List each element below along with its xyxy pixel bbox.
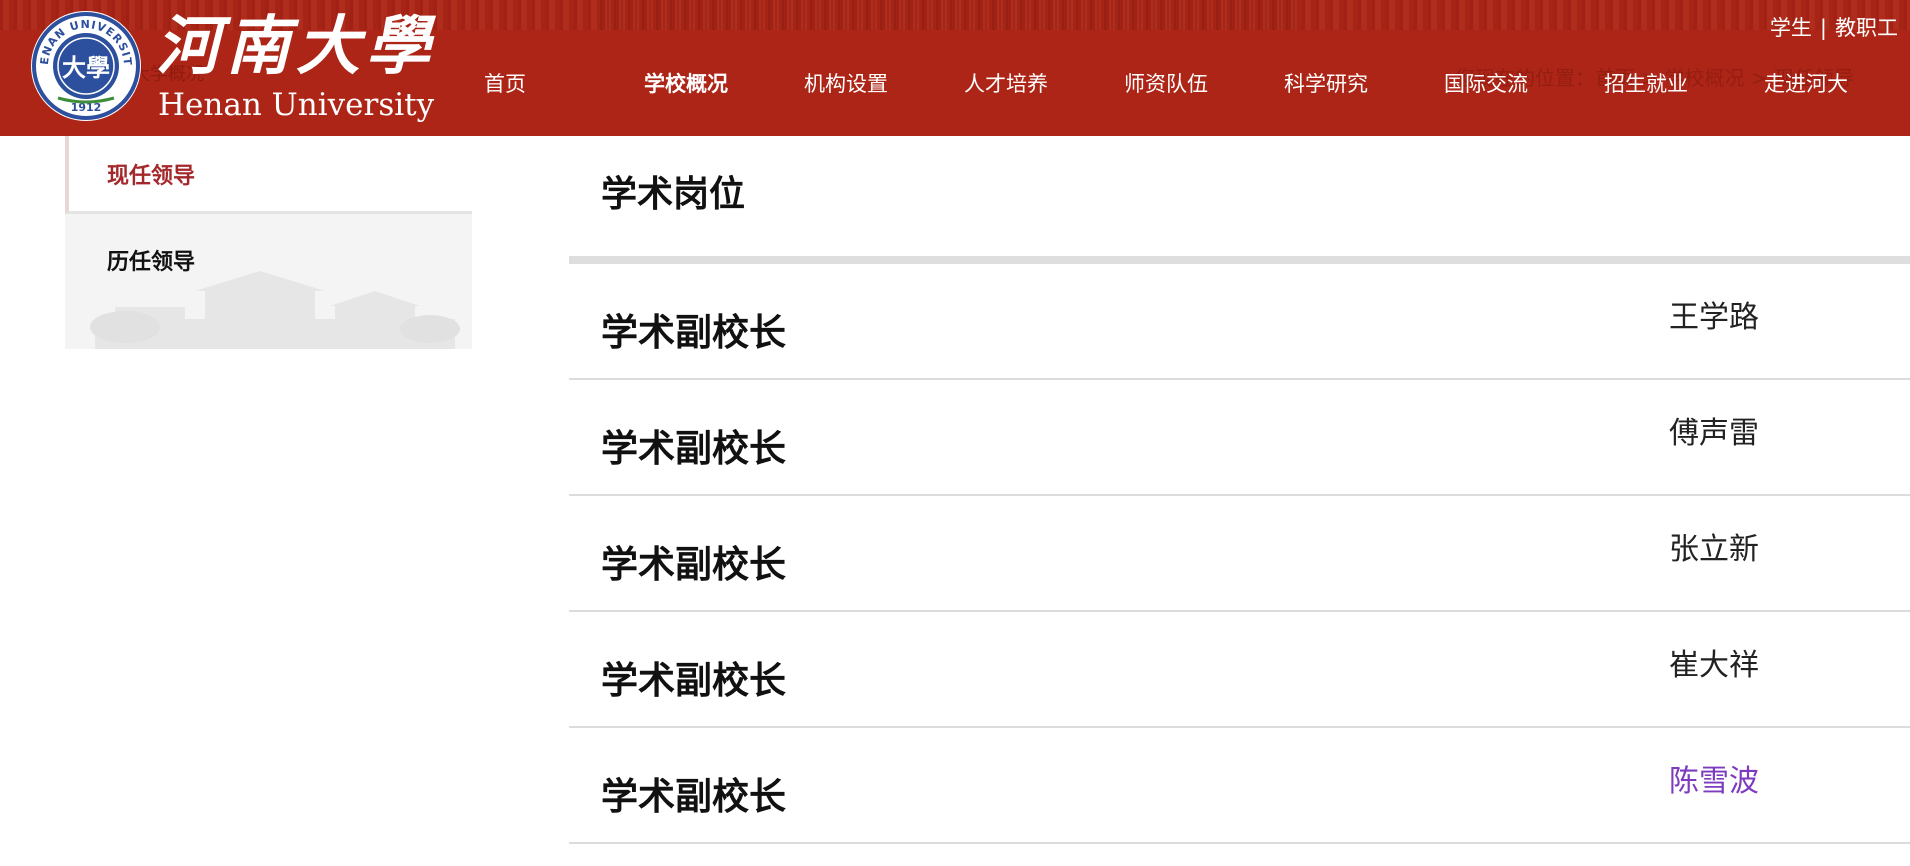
top-link-staff[interactable]: 教职工	[1835, 16, 1898, 40]
position-title: 学术副校长	[601, 311, 786, 354]
site-header: 大学概况 您现在的位置：首页 > 学校概况 > 现任领导 HENAN UNIVE…	[0, 0, 1910, 136]
leader-name-link[interactable]: 张立新	[1669, 524, 1759, 568]
section-title: 学术岗位	[601, 174, 746, 215]
university-seal-icon: HENAN UNIVERSITY 大學 1912	[30, 10, 141, 121]
leader-name-link[interactable]: 崔大祥	[1669, 640, 1759, 684]
main-nav: 首页 学校概况 机构设置 人才培养 师资队伍 科学研究 国际交流 招生就业 走进…	[484, 70, 1910, 98]
nav-item-education[interactable]: 人才培养	[964, 70, 1124, 98]
sidebar-item-label: 现任领导	[107, 163, 196, 189]
table-row: 学术副校长 陈雪波	[569, 728, 1910, 844]
seal-center-text: 大學	[62, 53, 110, 82]
table-row: 学术副校长 崔大祥	[569, 612, 1910, 728]
leader-name-link[interactable]: 傅声雷	[1669, 408, 1759, 452]
top-link-students[interactable]: 学生	[1770, 16, 1812, 40]
nav-item-visit[interactable]: 走进河大	[1764, 70, 1910, 98]
sidebar: 现任领导 历任领导	[65, 136, 472, 349]
nav-item-organization[interactable]: 机构设置	[804, 70, 964, 98]
leader-name-link[interactable]: 王学路	[1669, 292, 1759, 336]
sidebar-item-label: 历任领导	[107, 250, 196, 275]
position-title: 学术副校长	[601, 427, 786, 470]
sidebar-item-current-leaders[interactable]: 现任领导	[65, 136, 472, 214]
nav-item-international[interactable]: 国际交流	[1444, 70, 1604, 98]
main-content: 学术岗位 学术副校长 王学路 学术副校长 傅声雷 学术副校长 张立新 学术副校长…	[569, 136, 1910, 844]
header-decor-band-2	[600, 0, 1300, 30]
table-row: 学术副校长 张立新	[569, 496, 1910, 612]
position-title: 学术副校长	[601, 775, 786, 818]
position-title: 学术副校长	[601, 543, 786, 586]
table-row: 学术副校长 王学路	[569, 264, 1910, 380]
nav-item-faculty[interactable]: 师资队伍	[1124, 70, 1284, 98]
nav-item-admissions[interactable]: 招生就业	[1604, 70, 1764, 98]
section-header: 学术岗位	[569, 136, 1910, 264]
top-link-separator: |	[1819, 16, 1827, 40]
top-links: 学生 | 教职工	[1770, 12, 1898, 42]
sidebar-item-former-leaders[interactable]: 历任领导	[65, 214, 472, 349]
nav-item-research[interactable]: 科学研究	[1284, 70, 1444, 98]
logo-chinese-name: 河南大學	[156, 9, 436, 84]
university-logo[interactable]: HENAN UNIVERSITY 大學 1912 河南大學 Henan Univ…	[30, 10, 434, 122]
campus-building-watermark	[90, 271, 460, 349]
table-row: 学术副校长 傅声雷	[569, 380, 1910, 496]
nav-item-about[interactable]: 学校概况	[644, 70, 804, 98]
leader-name-link[interactable]: 陈雪波	[1669, 756, 1759, 800]
nav-item-home[interactable]: 首页	[484, 70, 644, 98]
logo-english-name: Henan University	[158, 87, 435, 123]
position-title: 学术副校长	[601, 659, 786, 702]
